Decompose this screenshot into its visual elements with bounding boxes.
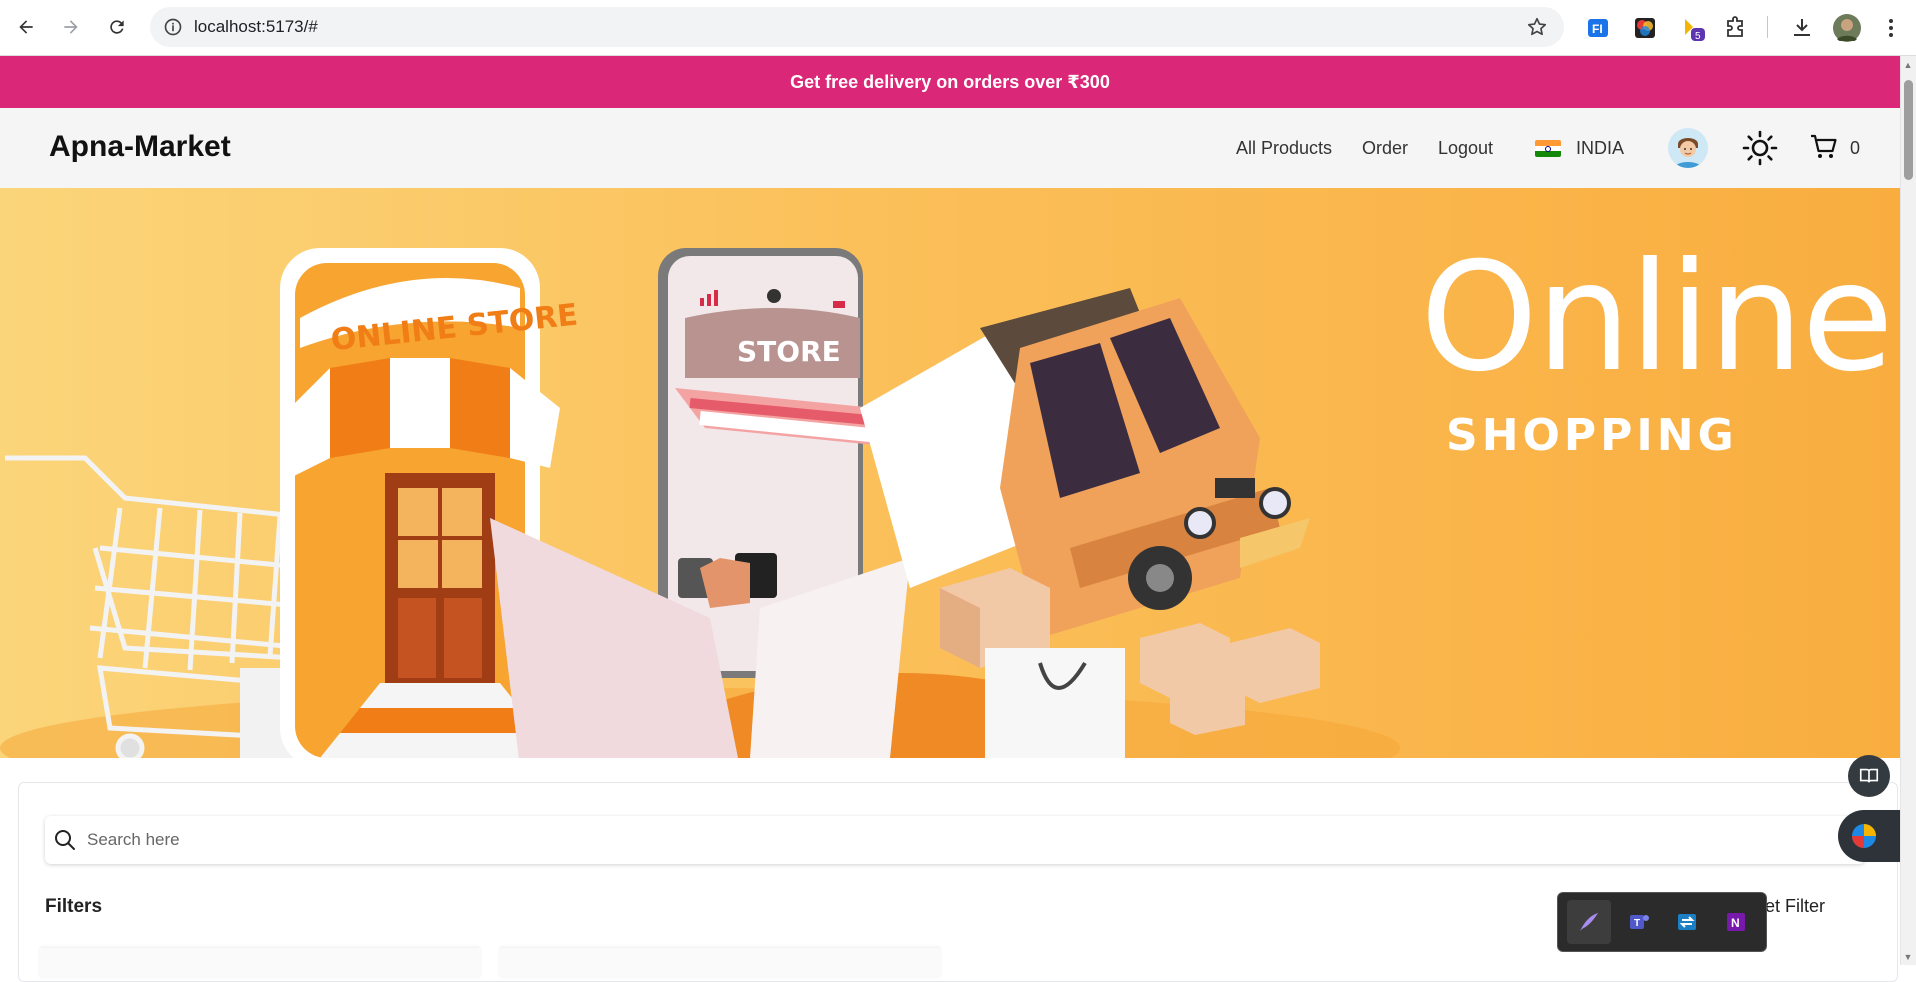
address-bar[interactable]: localhost:5173/# xyxy=(150,7,1564,47)
filter-dropdown-1[interactable] xyxy=(40,948,480,978)
extension-colorful-icon[interactable] xyxy=(1630,13,1660,43)
arrow-right-icon xyxy=(64,20,78,34)
cart-count[interactable]: 0 xyxy=(1850,138,1860,159)
nav-all-products[interactable]: All Products xyxy=(1236,138,1332,159)
reader-mode-button[interactable] xyxy=(1848,755,1890,797)
svg-text:STORE: STORE xyxy=(737,335,841,368)
hero-banner: ONLINE STORE STORE Online. SHOPPING xyxy=(0,188,1900,758)
extensions-puzzle-icon[interactable] xyxy=(1720,13,1750,43)
forward-button[interactable] xyxy=(54,10,88,44)
hero-subtitle: SHOPPING xyxy=(1446,410,1738,461)
hero-title: Online. xyxy=(1420,231,1900,405)
svg-text:5: 5 xyxy=(1695,31,1701,42)
site-logo[interactable]: Apna-Market xyxy=(49,130,231,164)
profile-avatar-icon[interactable] xyxy=(1832,13,1862,43)
back-button[interactable] xyxy=(9,10,43,44)
taskbar-teams-icon[interactable]: T xyxy=(1616,900,1660,944)
theme-toggle-sun-icon[interactable] xyxy=(1742,130,1778,166)
india-flag-icon[interactable] xyxy=(1535,140,1561,157)
copilot-icon xyxy=(1852,824,1876,848)
search-input[interactable] xyxy=(87,830,1787,850)
taskbar-onenote-icon[interactable]: N xyxy=(1714,900,1758,944)
book-icon xyxy=(1859,768,1879,783)
reload-icon xyxy=(110,20,124,34)
browser-menu-icon[interactable] xyxy=(1876,13,1906,43)
reload-button[interactable] xyxy=(100,10,134,44)
promo-text: Get free delivery on orders over ₹300 xyxy=(790,71,1110,92)
browser-toolbar: localhost:5173/# FI 5 xyxy=(0,0,1916,56)
site-header: Apna-Market All Products Order Logout IN… xyxy=(0,108,1900,188)
taskbar-app-icon[interactable] xyxy=(1665,900,1709,944)
toolbar-divider xyxy=(1767,16,1768,38)
svg-text:FI: FI xyxy=(1592,22,1603,36)
country-selector[interactable]: INDIA xyxy=(1576,138,1624,159)
bookmark-star-icon[interactable] xyxy=(1526,16,1548,38)
promo-banner: Get free delivery on orders over ₹300 xyxy=(0,56,1900,108)
extension-badge-icon[interactable]: 5 xyxy=(1677,13,1707,43)
page-scrollbar[interactable] xyxy=(1900,56,1916,965)
nav-order[interactable]: Order xyxy=(1362,138,1408,159)
taskbar-quill-icon[interactable] xyxy=(1566,900,1611,944)
scroll-up-arrow-icon[interactable]: ▲ xyxy=(1902,60,1914,70)
user-avatar[interactable] xyxy=(1668,128,1708,168)
nav-logout[interactable]: Logout xyxy=(1438,138,1493,159)
scrollbar-thumb[interactable] xyxy=(1904,80,1913,180)
extension-fi-icon[interactable]: FI xyxy=(1583,13,1613,43)
filter-dropdown-2[interactable] xyxy=(500,948,940,978)
search-box[interactable] xyxy=(45,816,1865,864)
site-info-icon[interactable] xyxy=(162,16,184,38)
filters-heading: Filters xyxy=(45,896,103,917)
downloads-icon[interactable] xyxy=(1787,13,1817,43)
copilot-button[interactable] xyxy=(1838,810,1900,862)
arrow-left-icon xyxy=(19,20,33,34)
floating-taskbar: T N xyxy=(1557,892,1767,952)
cart-icon[interactable] xyxy=(1809,132,1839,162)
url-text[interactable]: localhost:5173/# xyxy=(194,17,318,37)
search-icon xyxy=(55,830,75,850)
svg-text:T: T xyxy=(1634,918,1640,929)
scroll-down-arrow-icon[interactable]: ▼ xyxy=(1902,952,1914,962)
svg-text:N: N xyxy=(1731,916,1740,930)
